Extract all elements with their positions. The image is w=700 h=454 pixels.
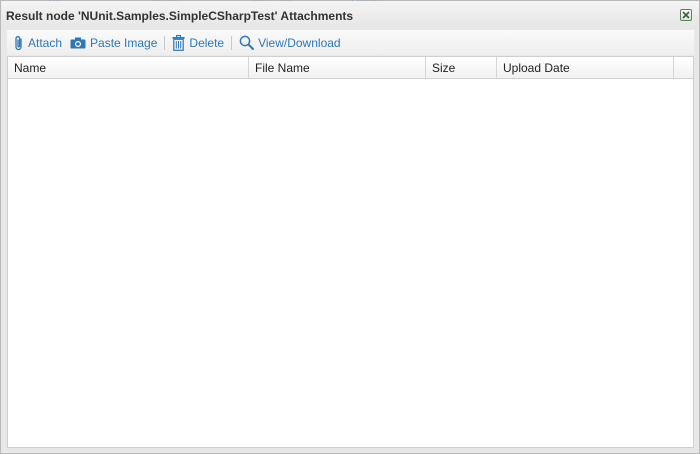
toolbar-separator — [231, 35, 233, 50]
grid-header: Name File Name Size Upload Date — [8, 57, 693, 79]
toolbar: Attach Paste Image Delete View/Download — [7, 30, 694, 55]
view-download-button[interactable]: View/Download — [239, 35, 341, 50]
attachments-dialog: ms Attach Add Link Details Result node '… — [0, 0, 700, 454]
toolbar-separator — [164, 35, 166, 50]
column-header-name[interactable]: Name — [8, 57, 249, 78]
delete-label: Delete — [189, 35, 225, 50]
dialog-titlebar[interactable]: Result node 'NUnit.Samples.SimpleCSharpT… — [1, 1, 699, 28]
grid-body[interactable] — [8, 79, 693, 447]
magnifier-icon — [239, 35, 255, 50]
attach-label: Attach — [28, 35, 63, 50]
view-download-label: View/Download — [258, 35, 341, 50]
column-header-size[interactable]: Size — [426, 57, 497, 78]
paste-image-label: Paste Image — [90, 35, 158, 50]
trash-icon — [172, 34, 185, 51]
dialog-title: Result node 'NUnit.Samples.SimpleCSharpT… — [6, 9, 354, 23]
camera-icon — [70, 37, 86, 49]
column-header-upload-date[interactable]: Upload Date — [497, 57, 674, 78]
column-header-filler — [674, 57, 693, 78]
paste-image-button[interactable]: Paste Image — [70, 36, 157, 50]
column-header-file-name[interactable]: File Name — [249, 57, 426, 78]
delete-button[interactable]: Delete — [172, 34, 225, 51]
close-icon — [682, 11, 690, 19]
attachments-grid: Name File Name Size Upload Date — [7, 56, 694, 448]
close-button[interactable] — [680, 9, 692, 21]
paperclip-icon — [14, 35, 24, 51]
attach-button[interactable]: Attach — [14, 35, 62, 51]
